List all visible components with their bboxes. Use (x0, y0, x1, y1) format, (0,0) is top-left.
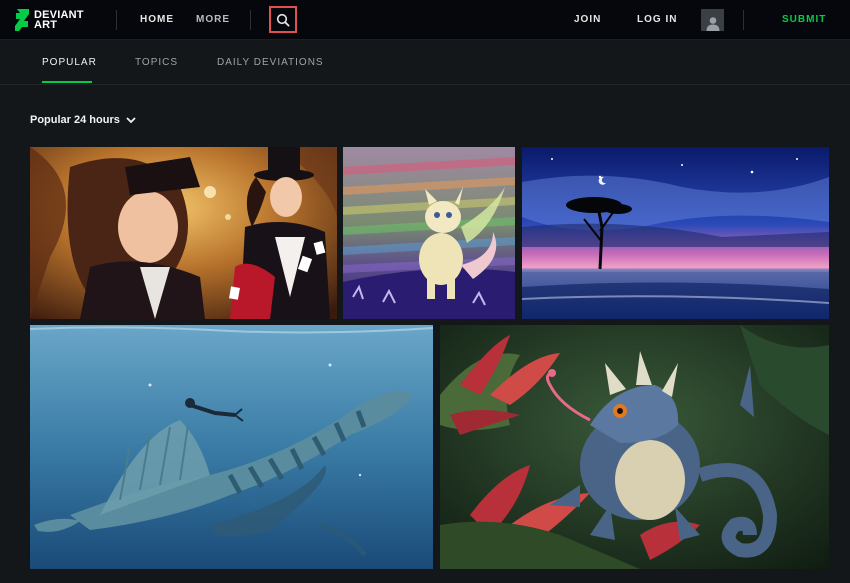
artwork-night-sea-image (522, 147, 829, 319)
nav-divider (743, 10, 744, 30)
join-link[interactable]: JOIN (574, 14, 601, 25)
nav-divider (250, 10, 251, 30)
search-button[interactable] (269, 6, 297, 33)
tab-daily-deviations[interactable]: DAILY DEVIATIONS (217, 57, 324, 68)
artwork-chameleon-dragon-image (440, 325, 829, 569)
user-avatar-button[interactable] (701, 9, 724, 31)
deviation-thumbnail[interactable] (30, 147, 337, 319)
popular-timeframe-dropdown[interactable]: Popular 24 hours (30, 114, 136, 126)
browse-tabs: POPULAR TOPICS DAILY DEVIATIONS (0, 41, 850, 85)
dropdown-label: Popular 24 hours (30, 114, 120, 126)
logo-wordmark: DEVIANT ART (34, 10, 84, 31)
artwork-underwater-dinosaur-image (30, 325, 433, 569)
deviation-thumbnail[interactable] (30, 325, 433, 569)
deviation-thumbnail[interactable] (343, 147, 515, 319)
user-avatar-icon (706, 17, 719, 31)
deviantart-logo-icon (15, 9, 29, 31)
artwork-magicians-image (30, 147, 337, 319)
nav-divider (116, 10, 117, 30)
active-tab-indicator (42, 81, 92, 83)
submit-button[interactable]: SUBMIT (782, 14, 826, 25)
nav-home-link[interactable]: HOME (140, 14, 174, 25)
tab-popular[interactable]: POPULAR (42, 57, 97, 68)
search-icon (276, 13, 290, 27)
logo-line-2: ART (34, 19, 58, 31)
tab-topics[interactable]: TOPICS (135, 57, 178, 68)
nav-more-link[interactable]: MORE (196, 14, 230, 25)
deviation-thumbnail[interactable] (522, 147, 829, 319)
top-navigation-bar: DEVIANT ART HOME MORE JOIN LOG IN SUBMIT (0, 0, 850, 40)
chevron-down-icon (126, 116, 136, 123)
deviantart-logo[interactable]: DEVIANT ART (14, 8, 90, 32)
deviation-thumbnail[interactable] (440, 325, 829, 569)
login-link[interactable]: LOG IN (637, 14, 677, 25)
artwork-pastel-creature-image (343, 147, 515, 319)
